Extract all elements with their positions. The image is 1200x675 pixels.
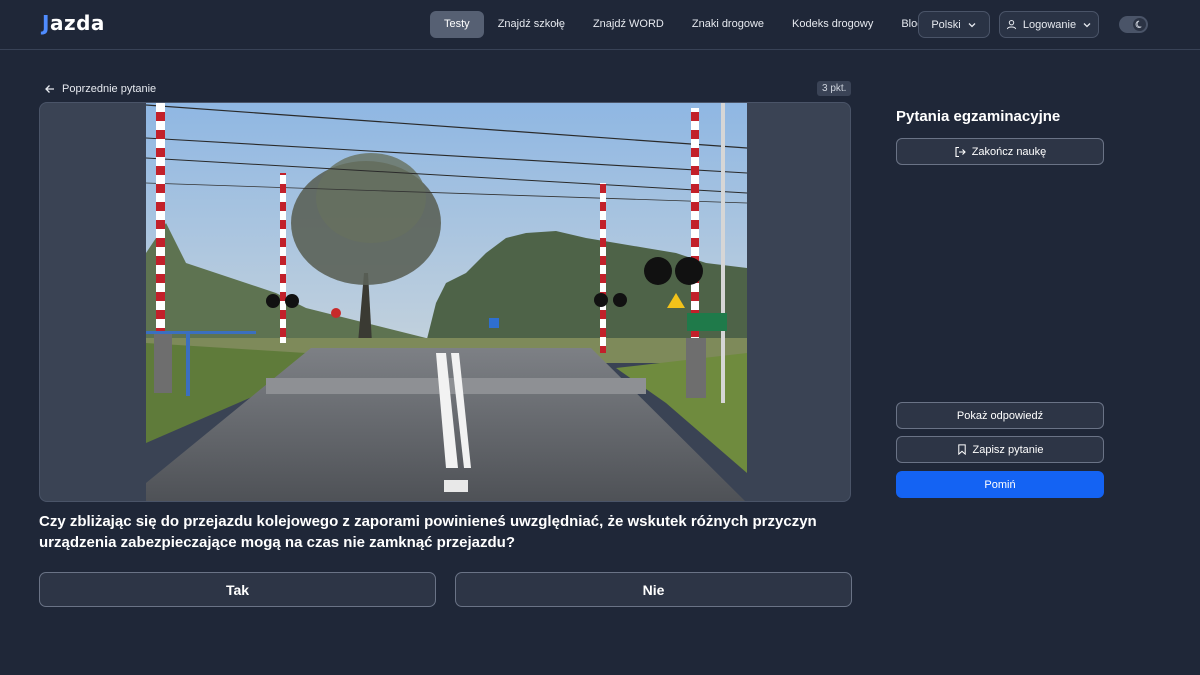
points-badge: 3 pkt. [817,81,852,96]
nav-item-find-school[interactable]: Znajdź szkołę [484,11,579,38]
top-navbar: Jazda Testy Znajdź szkołę Znajdź WORD Zn… [0,0,1200,50]
question-media [39,102,851,502]
chevron-down-icon [1083,22,1091,27]
question-text: Czy zbliżając się do przejazdu kolejoweg… [39,513,817,551]
nav-item-road-signs[interactable]: Znaki drogowe [678,11,778,38]
nav-item-testy[interactable]: Testy [430,11,484,38]
nav-item-traffic-code[interactable]: Kodeks drogowy [778,11,887,38]
skip-button[interactable]: Pomiń [896,471,1104,498]
nav-item-find-word[interactable]: Znajdź WORD [579,11,678,38]
sidebar-title: Pytania egzaminacyjne [896,108,1061,125]
arrow-left-icon [45,85,54,93]
answer-yes-button[interactable]: Tak [39,572,436,607]
theme-toggle[interactable] [1119,16,1148,33]
show-answer-button[interactable]: Pokaż odpowiedź [896,402,1104,429]
user-icon [1006,19,1017,30]
moon-icon [1135,20,1142,28]
logo[interactable]: Jazda [42,11,105,35]
answer-no-button[interactable]: Nie [455,572,852,607]
bookmark-icon [957,444,966,455]
language-select[interactable]: Polski [918,11,990,38]
save-question-button[interactable]: Zapisz pytanie [896,436,1104,463]
railway-crossing-photo [146,103,747,501]
finish-learning-button[interactable]: Zakończ naukę [896,138,1104,165]
previous-question-link[interactable]: Poprzednie pytanie [44,81,156,97]
login-button[interactable]: Logowanie [999,11,1099,38]
main-nav: Testy Znajdź szkołę Znajdź WORD Znaki dr… [430,11,937,38]
logout-icon [955,146,966,157]
chevron-down-icon [968,22,976,27]
